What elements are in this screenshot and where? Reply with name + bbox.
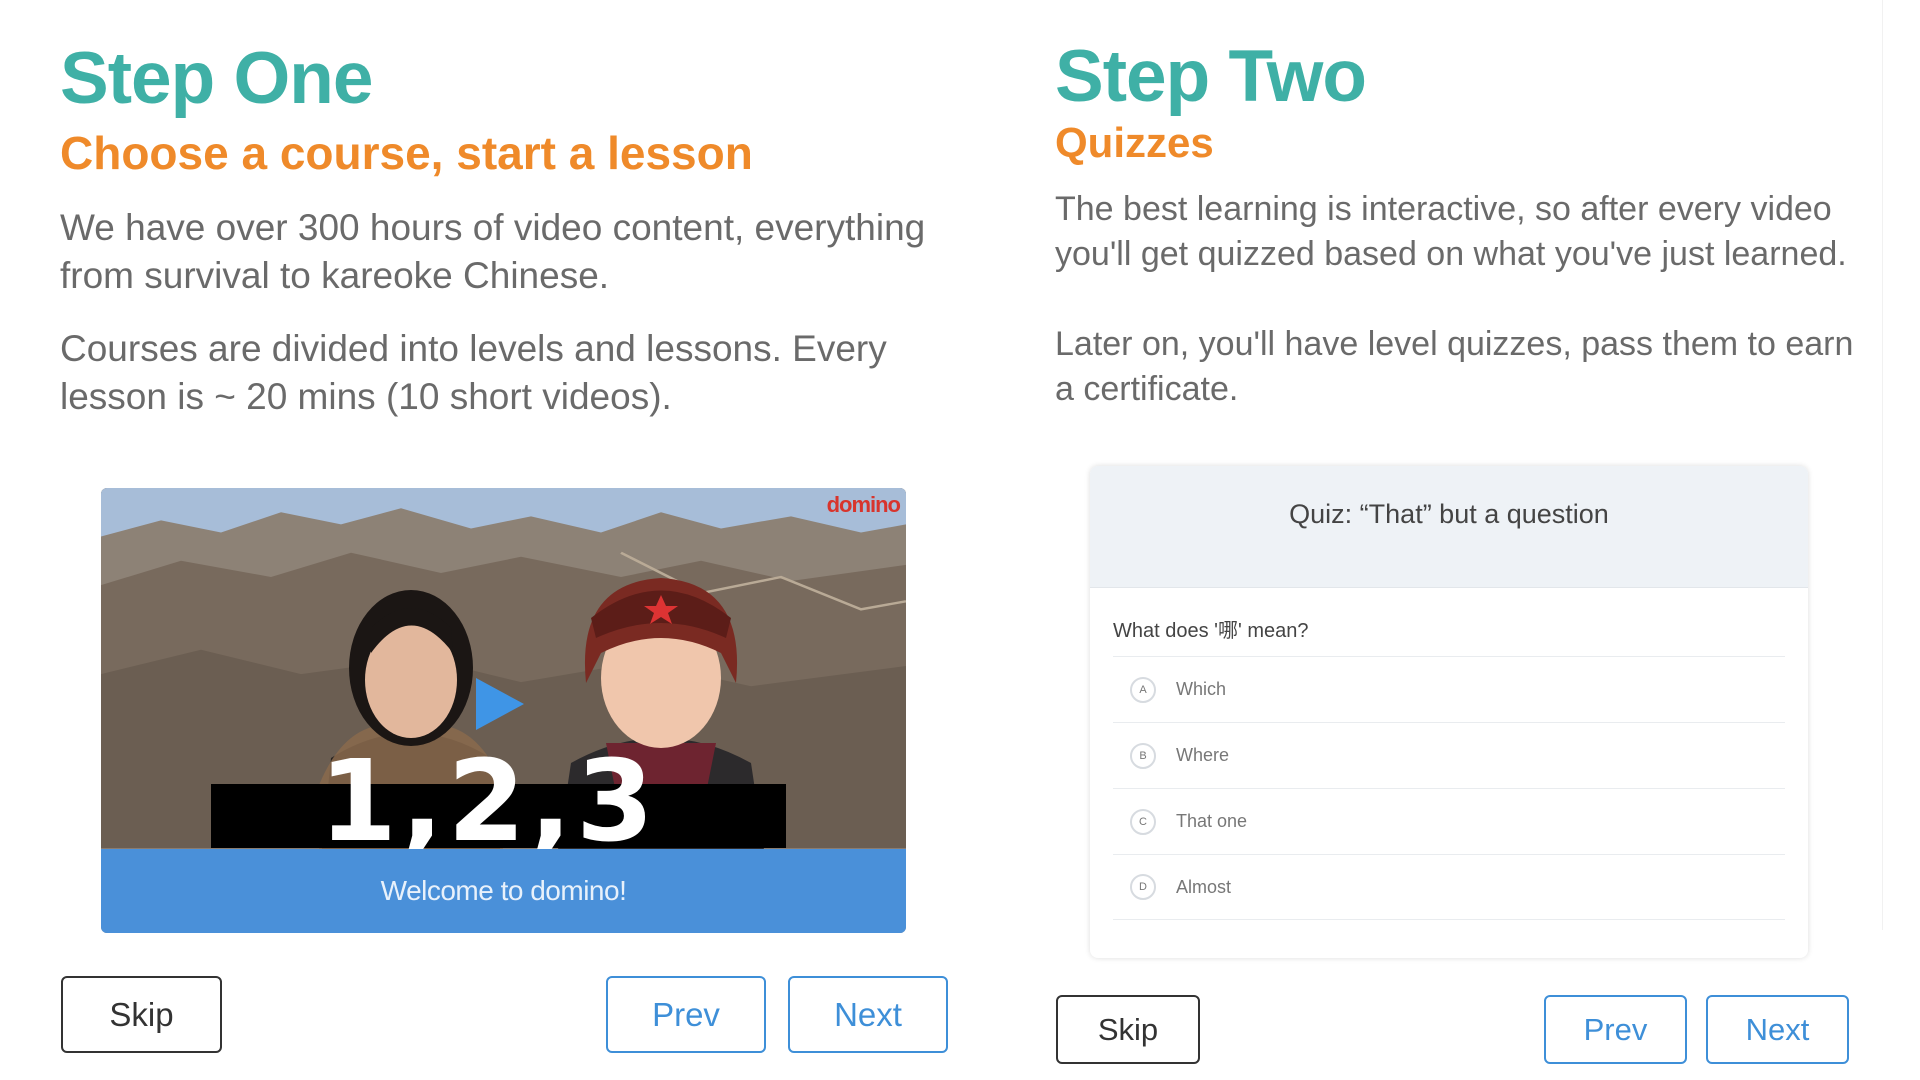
quiz-option-c[interactable]: C That one xyxy=(1113,788,1785,854)
step-one-paragraph-2: Courses are divided into levels and less… xyxy=(60,328,887,418)
step-two-skip-button[interactable]: Skip xyxy=(1056,995,1200,1064)
quiz-question: What does '哪' mean? xyxy=(1113,620,1309,642)
step-two-panel: Step Two Quizzes The best learning is in… xyxy=(1000,0,1890,1080)
option-letter-badge: A xyxy=(1130,676,1156,703)
domino-logo: domino xyxy=(826,492,901,517)
video-caption-bar: Welcome to domino! xyxy=(101,849,906,933)
option-label: Almost xyxy=(1176,876,1232,897)
option-label: Where xyxy=(1176,745,1230,765)
option-letter-badge: C xyxy=(1130,808,1156,835)
step-two-paragraph-2: Later on, you'll have level quizzes, pas… xyxy=(1055,325,1854,409)
play-icon[interactable] xyxy=(476,678,524,730)
video-counter-text: 1,2,3 xyxy=(319,737,658,867)
quiz-option-d[interactable]: D Almost xyxy=(1113,854,1785,920)
quiz-header: Quiz: “That” but a question xyxy=(1090,466,1808,588)
video-caption: Welcome to domino! xyxy=(380,875,627,906)
step-one-next-button[interactable]: Next xyxy=(788,976,948,1053)
step-two-prev-button[interactable]: Prev xyxy=(1544,995,1687,1064)
step-one-panel: Step One Choose a course, start a lesson… xyxy=(0,0,1000,1080)
option-letter-badge: D xyxy=(1130,874,1156,900)
step-one-title: Step One xyxy=(60,38,373,119)
quiz-options: A Which B Where C That one D Almost xyxy=(1113,656,1785,920)
step-two-paragraph-1: The best learning is interactive, so aft… xyxy=(1055,190,1847,274)
quiz-title: Quiz: “That” but a question xyxy=(1289,499,1609,529)
video-thumbnail[interactable]: domino 1,2,3 Welcome to domino! xyxy=(101,488,906,933)
step-two-next-button[interactable]: Next xyxy=(1706,995,1849,1064)
step-one-prev-button[interactable]: Prev xyxy=(606,976,766,1053)
option-letter-badge: B xyxy=(1130,742,1156,769)
quiz-option-b[interactable]: B Where xyxy=(1113,722,1785,788)
step-two-title: Step Two xyxy=(1055,36,1367,117)
step-one-paragraph-1: We have over 300 hours of video content,… xyxy=(60,207,926,297)
option-label: Which xyxy=(1176,679,1227,699)
quiz-option-a[interactable]: A Which xyxy=(1113,656,1785,722)
option-label: That one xyxy=(1176,811,1248,831)
step-one-subtitle: Choose a course, start a lesson xyxy=(60,127,753,179)
step-one-skip-button[interactable]: Skip xyxy=(61,976,222,1053)
quiz-card: Quiz: “That” but a question What does '哪… xyxy=(1090,466,1808,958)
step-two-subtitle: Quizzes xyxy=(1055,119,1214,166)
